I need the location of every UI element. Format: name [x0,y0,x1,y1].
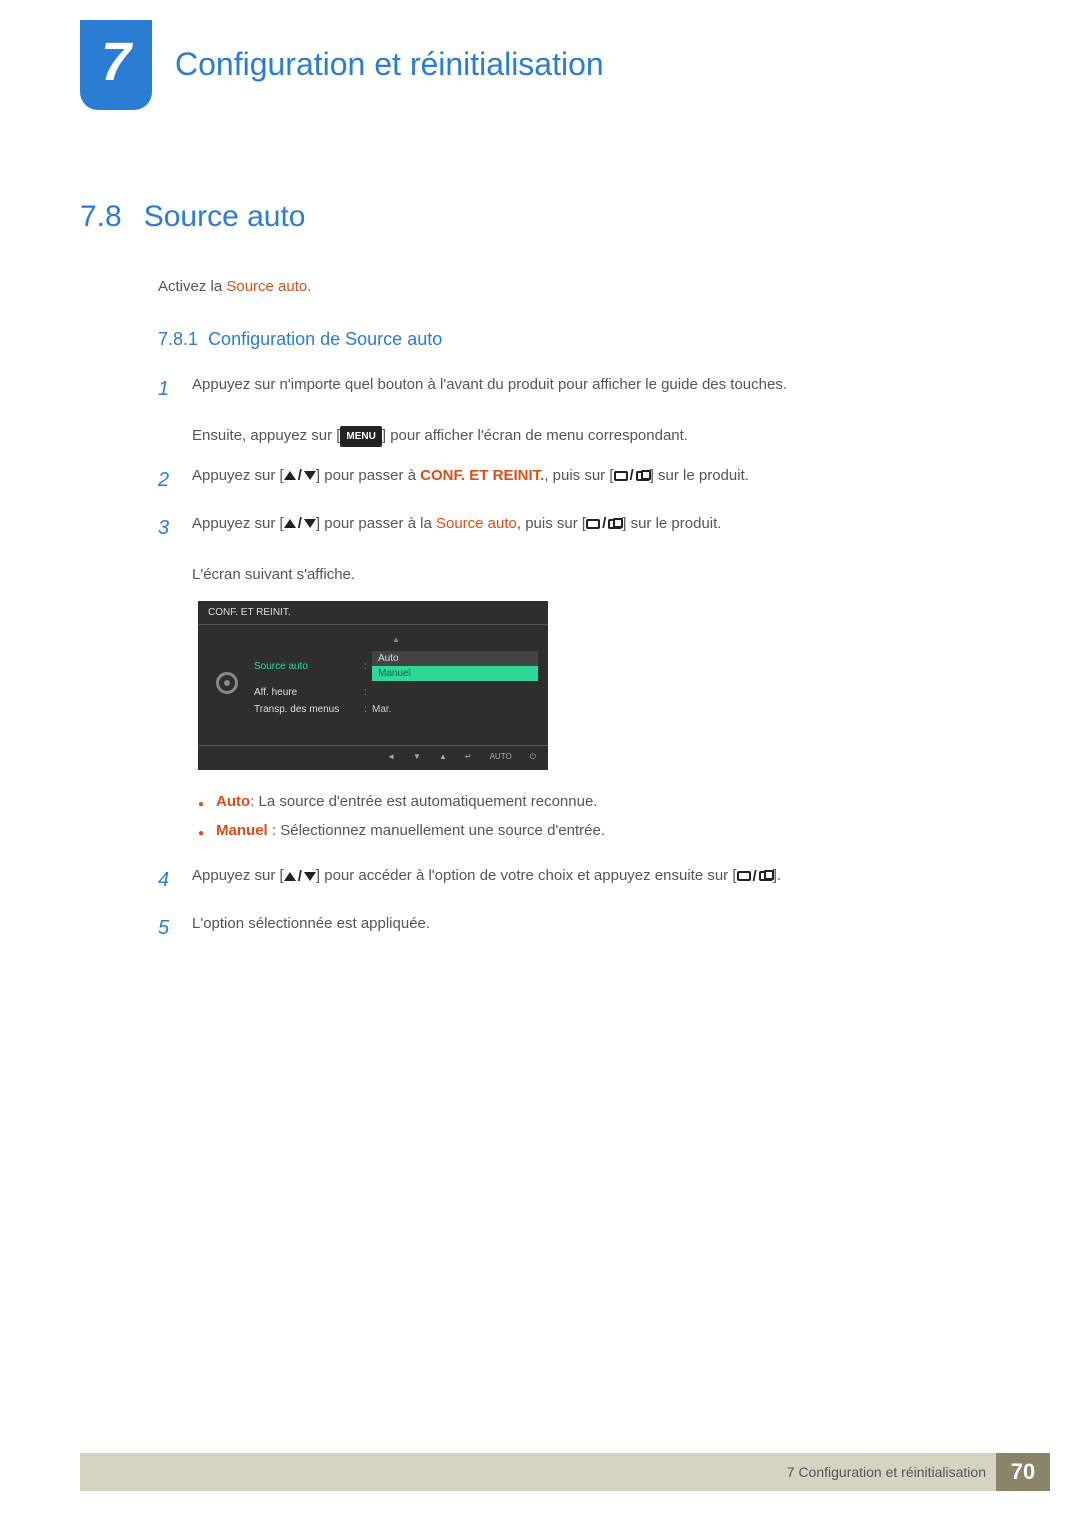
nav-down-icon: ▼ [413,752,421,762]
section: 7.8 Source auto Activez la Source auto. … [80,200,1030,959]
step-3: 3 Appuyez sur [/] pour passer à la Sourc… [158,511,1030,588]
t: L'option sélectionnée est appliquée. [192,915,430,932]
step-number: 2 [158,463,176,497]
osd-row-aff-heure: Aff. heure : [254,684,538,701]
section-intro: Activez la Source auto. [158,278,1030,295]
step-number: 4 [158,863,176,897]
subsection-number: 7.8.1 [158,329,198,349]
osd-sidebar [208,635,246,731]
osd-body: ▲ Source auto : Auto Manuel Aff. heure : [198,625,548,745]
nav-auto-label: AUTO [490,752,512,762]
bullet-label: Manuel [216,822,268,839]
t: , puis sur [ [517,515,586,532]
steps-list: 1 Appuyez sur n'importe quel bouton à l'… [158,372,1030,587]
osd-label: Transp. des menus [254,704,364,715]
bullet-text: Auto: La source d'entrée est automatique… [216,788,597,817]
chapter-badge: 7 [80,20,152,110]
bullet-dot-icon: ● [198,795,204,817]
step-5: 5 L'option sélectionnée est appliquée. [158,911,1030,945]
t: Appuyez sur [ [192,515,284,532]
t: , puis sur [ [544,467,613,484]
nav-up-icon: ▲ [439,752,447,762]
step-number: 3 [158,511,176,588]
t: Appuyez sur [ [192,467,284,484]
bullet-desc: : La source d'entrée est automatiquement… [250,793,597,810]
bullet-label: Auto [216,793,250,810]
osd-footer: ◄ ▼ ▲ ↵ AUTO ⏻ [198,745,548,764]
nav-left-icon: ◄ [387,752,395,762]
osd-label: Aff. heure [254,687,364,698]
footer-text: 7 Configuration et réinitialisation [787,1464,986,1480]
t: Appuyez sur [ [192,867,284,884]
bullet-text: Manuel : Sélectionnez manuellement une s… [216,817,605,846]
caret-up-icon: ▲ [254,635,538,644]
enter-source-icon: / [586,511,622,537]
gear-icon [216,672,238,694]
chapter-title: Configuration et réinitialisation [175,46,604,83]
subsection-heading: 7.8.1 Configuration de Source auto [158,329,1030,350]
page: 7 Configuration et réinitialisation 7.8 … [80,20,1050,1527]
step-1: 1 Appuyez sur n'importe quel bouton à l'… [158,372,1030,449]
footer-page-number: 70 [996,1453,1050,1491]
nav-enter-icon: ↵ [465,752,472,762]
step-body: Appuyez sur [/] pour passer à CONF. ET R… [192,463,1030,497]
step-body: Appuyez sur n'importe quel bouton à l'av… [192,372,1030,449]
osd-screenshot: CONF. ET REINIT. ▲ Source auto : Auto Ma… [198,601,548,770]
osd-dropdown: Auto Manuel [372,651,538,681]
option-bullets: ● Auto: La source d'entrée est automatiq… [198,788,1030,845]
osd-dropdown-item: Manuel [372,666,538,681]
t: ] pour passer à la [316,515,436,532]
intro-suffix: . [307,278,311,295]
steps-list-cont: 4 Appuyez sur [/] pour accéder à l'optio… [158,863,1030,945]
enter-source-icon: / [614,463,650,489]
up-down-arrow-icon: / [284,864,316,890]
osd-dropdown-item: Auto [372,651,538,666]
colon: : [364,687,372,698]
step1-text-b-post: ] pour afficher l'écran de menu correspo… [382,427,688,444]
step3-below: L'écran suivant s'affiche. [192,566,355,583]
t-hl: Source auto [436,515,517,532]
osd-value: Mar. [372,704,391,715]
enter-source-icon: / [737,864,773,890]
bullet-manuel: ● Manuel : Sélectionnez manuellement une… [198,817,1030,846]
colon: : [364,704,372,715]
step1-text-b-pre: Ensuite, appuyez sur [ [192,427,340,444]
osd-title: CONF. ET REINIT. [198,601,548,625]
bullet-desc: : Sélectionnez manuellement une source d… [268,822,605,839]
step1-text-a: Appuyez sur n'importe quel bouton à l'av… [192,376,787,393]
power-icon: ⏻ [530,752,536,762]
intro-prefix: Activez la [158,278,226,295]
osd-row-transp: Transp. des menus : Mar. [254,701,538,718]
bullet-auto: ● Auto: La source d'entrée est automatiq… [198,788,1030,817]
step-body: L'option sélectionnée est appliquée. [192,911,1030,945]
step-number: 1 [158,372,176,449]
t: ] sur le produit. [622,515,721,532]
bullet-dot-icon: ● [198,824,204,846]
footer-bar: 7 Configuration et réinitialisation 70 [80,1453,1050,1491]
osd-list: ▲ Source auto : Auto Manuel Aff. heure : [254,635,538,731]
osd-row-source-auto: Source auto : Auto Manuel [254,648,538,684]
step-body: Appuyez sur [/] pour passer à la Source … [192,511,1030,588]
step-4: 4 Appuyez sur [/] pour accéder à l'optio… [158,863,1030,897]
t-hl: CONF. ET REINIT. [420,467,544,484]
t: ]. [773,867,781,884]
subsection-title: Configuration de Source auto [208,329,442,349]
up-down-arrow-icon: / [284,511,316,537]
intro-highlight: Source auto [226,278,307,295]
step-2: 2 Appuyez sur [/] pour passer à CONF. ET… [158,463,1030,497]
menu-icon: MENU [340,426,381,447]
t: ] pour passer à [316,467,420,484]
step-number: 5 [158,911,176,945]
t: ] sur le produit. [650,467,749,484]
up-down-arrow-icon: / [284,463,316,489]
osd-label: Source auto [254,661,364,672]
colon: : [364,661,372,672]
chapter-number: 7 [101,31,131,93]
section-heading: 7.8 Source auto [80,200,1030,234]
section-number: 7.8 [80,200,122,234]
step-body: Appuyez sur [/] pour accéder à l'option … [192,863,1030,897]
section-title: Source auto [144,200,306,234]
t: ] pour accéder à l'option de votre choix… [316,867,737,884]
